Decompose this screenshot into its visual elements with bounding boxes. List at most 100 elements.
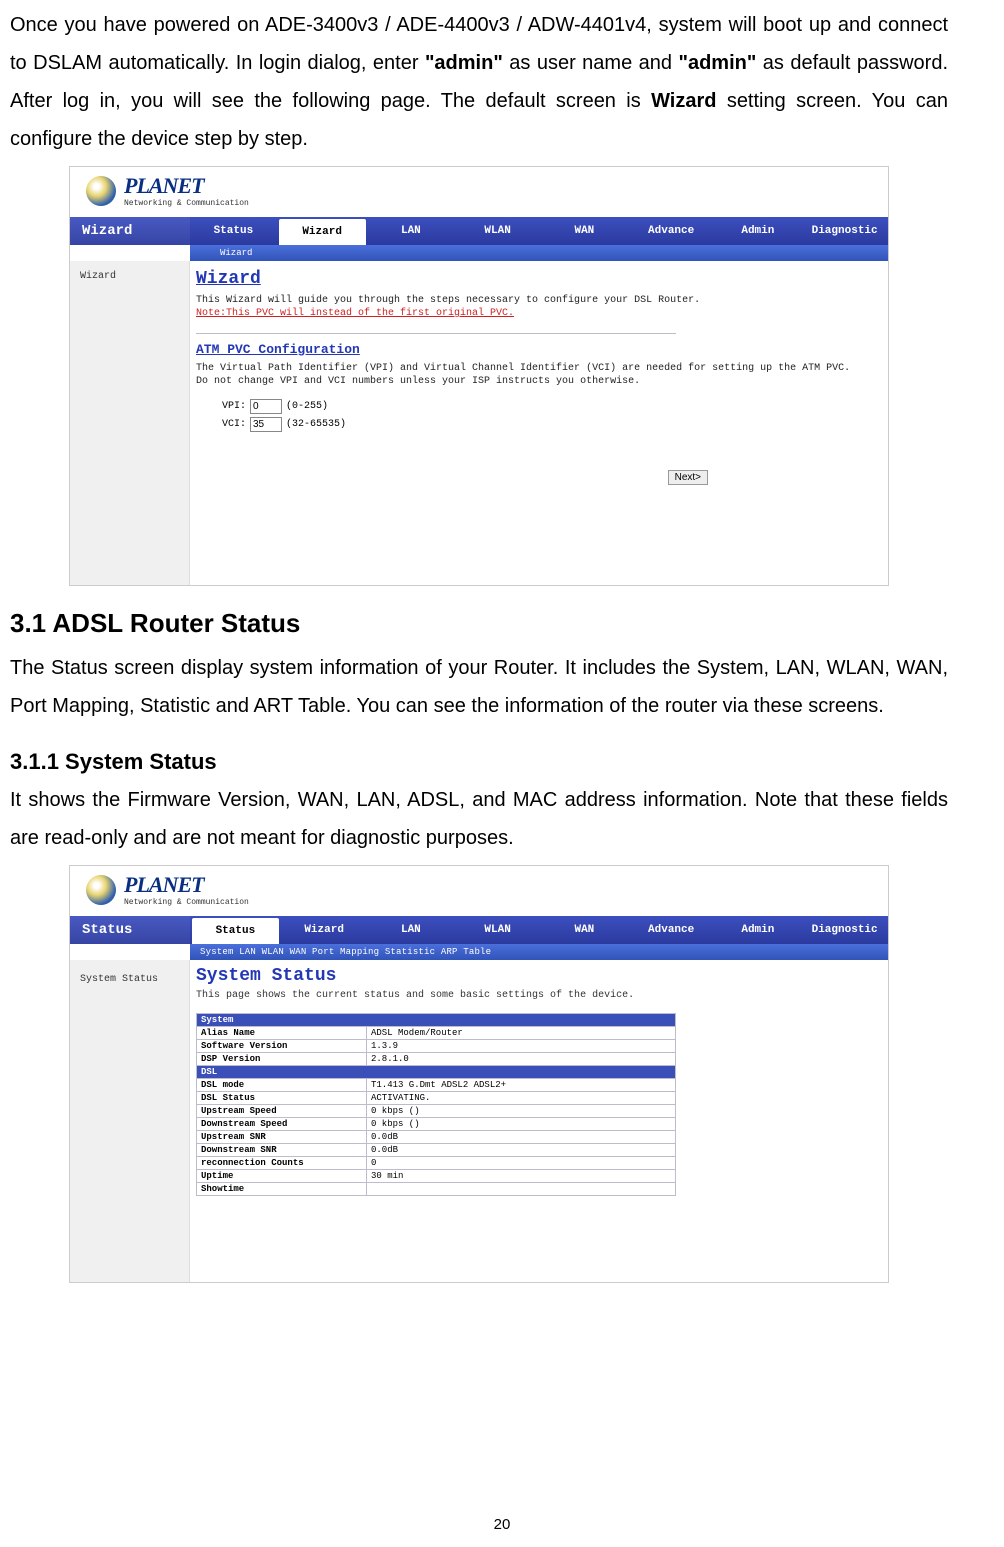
tab-diagnostic[interactable]: Diagnostic: [801, 916, 888, 944]
brand-title: PLANET: [124, 872, 249, 898]
table-cell-value: ACTIVATING.: [367, 1092, 676, 1105]
tab-wan[interactable]: WAN: [541, 217, 628, 245]
sidebar-item-system-status[interactable]: System Status: [80, 974, 158, 985]
table-cell-key: Software Version: [197, 1040, 367, 1053]
table-cell-key: DSL Status: [197, 1092, 367, 1105]
table-row: reconnection Counts0: [197, 1157, 676, 1170]
table-cell-value: [367, 1183, 676, 1196]
intro-admin-1: "admin": [425, 52, 503, 74]
tab-lan[interactable]: LAN: [368, 217, 455, 245]
nav-section-title: Status: [70, 916, 190, 944]
brand-title: PLANET: [124, 173, 249, 199]
tab-admin[interactable]: Admin: [715, 217, 802, 245]
table-cell-key: Downstream SNR: [197, 1144, 367, 1157]
tab-status[interactable]: Status: [192, 918, 279, 944]
panel-title: System Status: [196, 966, 878, 986]
vci-label: VCI:: [220, 419, 246, 430]
table-section-header: System: [197, 1014, 676, 1027]
intro-text: as user name and: [509, 52, 678, 74]
wizard-screenshot: PLANET Networking & Communication Wizard…: [69, 166, 889, 586]
table-cell-value: 1.3.9: [367, 1040, 676, 1053]
vpi-input[interactable]: [250, 399, 282, 414]
intro-admin-2: "admin": [678, 52, 756, 74]
sub-nav[interactable]: Wizard: [190, 245, 888, 261]
tab-wizard[interactable]: Wizard: [281, 916, 368, 944]
tab-advance[interactable]: Advance: [628, 916, 715, 944]
tab-admin[interactable]: Admin: [715, 916, 802, 944]
intro-wizard-bold: Wizard: [651, 90, 716, 112]
sidebar: Wizard: [70, 261, 190, 585]
status-screenshot: PLANET Networking & Communication Status…: [69, 865, 889, 1283]
wizard-intro-text: This Wizard will guide you through the s…: [196, 295, 878, 306]
sub-nav[interactable]: System LAN WLAN WAN Port Mapping Statist…: [190, 944, 888, 960]
atm-section-title: ATM PVC Configuration: [196, 342, 878, 357]
vci-range: (32-65535): [286, 419, 346, 430]
wizard-note-text: Note:This PVC will instead of the first …: [196, 308, 878, 319]
nav-section-title: Wizard: [70, 217, 190, 245]
table-cell-value: 0 kbps (): [367, 1118, 676, 1131]
table-cell-value: 30 min: [367, 1170, 676, 1183]
tab-advance[interactable]: Advance: [628, 217, 715, 245]
globe-icon: [86, 176, 116, 206]
intro-paragraph: Once you have powered on ADE-3400v3 / AD…: [10, 6, 948, 158]
brand-tagline: Networking & Communication: [124, 199, 249, 208]
table-cell-key: Upstream SNR: [197, 1131, 367, 1144]
atm-desc-1: The Virtual Path Identifier (VPI) and Vi…: [196, 363, 878, 374]
table-cell-key: Alias Name: [197, 1027, 367, 1040]
tab-wlan[interactable]: WLAN: [454, 916, 541, 944]
table-row: DSP Version2.8.1.0: [197, 1053, 676, 1066]
divider: [196, 333, 676, 334]
tab-diagnostic[interactable]: Diagnostic: [801, 217, 888, 245]
table-row: Downstream Speed0 kbps (): [197, 1118, 676, 1131]
table-row: Uptime30 min: [197, 1170, 676, 1183]
table-row: DSL modeT1.413 G.Dmt ADSL2 ADSL2+: [197, 1079, 676, 1092]
content-panel: Wizard This Wizard will guide you throug…: [196, 263, 878, 575]
table-cell-key: DSP Version: [197, 1053, 367, 1066]
table-row: Alias NameADSL Modem/Router: [197, 1027, 676, 1040]
brand-tagline: Networking & Communication: [124, 898, 249, 907]
table-cell-value: 0.0dB: [367, 1131, 676, 1144]
status-table: SystemAlias NameADSL Modem/RouterSoftwar…: [196, 1013, 676, 1196]
table-cell-value: ADSL Modem/Router: [367, 1027, 676, 1040]
table-row: Software Version1.3.9: [197, 1040, 676, 1053]
vci-input[interactable]: [250, 417, 282, 432]
paragraph-3-1: The Status screen display system informa…: [10, 649, 948, 725]
table-section-header: DSL: [197, 1066, 676, 1079]
brand-logo: PLANET Networking & Communication: [86, 872, 249, 907]
table-row: Downstream SNR0.0dB: [197, 1144, 676, 1157]
table-cell-key: DSL mode: [197, 1079, 367, 1092]
sidebar-item-wizard[interactable]: Wizard: [80, 271, 116, 282]
table-cell-key: Showtime: [197, 1183, 367, 1196]
next-button[interactable]: Next>: [668, 470, 708, 485]
tab-lan[interactable]: LAN: [368, 916, 455, 944]
table-row: Upstream SNR0.0dB: [197, 1131, 676, 1144]
table-cell-value: 0: [367, 1157, 676, 1170]
paragraph-3-1-1: It shows the Firmware Version, WAN, LAN,…: [10, 781, 948, 857]
tab-wlan[interactable]: WLAN: [454, 217, 541, 245]
panel-title: Wizard: [196, 269, 878, 289]
brand-logo: PLANET Networking & Communication: [86, 173, 249, 208]
heading-3-1: 3.1 ADSL Router Status: [10, 608, 948, 639]
table-row: Upstream Speed0 kbps (): [197, 1105, 676, 1118]
panel-subtitle: This page shows the current status and s…: [196, 990, 878, 1001]
atm-desc-2: Do not change VPI and VCI numbers unless…: [196, 376, 878, 387]
tab-status[interactable]: Status: [190, 217, 277, 245]
tab-wizard[interactable]: Wizard: [279, 219, 366, 245]
vpi-range: (0-255): [286, 401, 328, 412]
table-cell-key: Upstream Speed: [197, 1105, 367, 1118]
table-cell-key: Uptime: [197, 1170, 367, 1183]
globe-icon: [86, 875, 116, 905]
table-cell-key: Downstream Speed: [197, 1118, 367, 1131]
table-cell-value: 0 kbps (): [367, 1105, 676, 1118]
sidebar: System Status: [70, 960, 190, 1282]
heading-3-1-1: 3.1.1 System Status: [10, 749, 948, 775]
tab-wan[interactable]: WAN: [541, 916, 628, 944]
table-row: Showtime: [197, 1183, 676, 1196]
table-cell-value: 0.0dB: [367, 1144, 676, 1157]
table-cell-value: T1.413 G.Dmt ADSL2 ADSL2+: [367, 1079, 676, 1092]
table-cell-value: 2.8.1.0: [367, 1053, 676, 1066]
content-panel: System Status This page shows the curren…: [196, 962, 878, 1272]
page-number: 20: [0, 1516, 1004, 1533]
main-nav: Status Status Wizard LAN WLAN WAN Advanc…: [70, 916, 888, 944]
main-nav: Wizard Status Wizard LAN WLAN WAN Advanc…: [70, 217, 888, 245]
